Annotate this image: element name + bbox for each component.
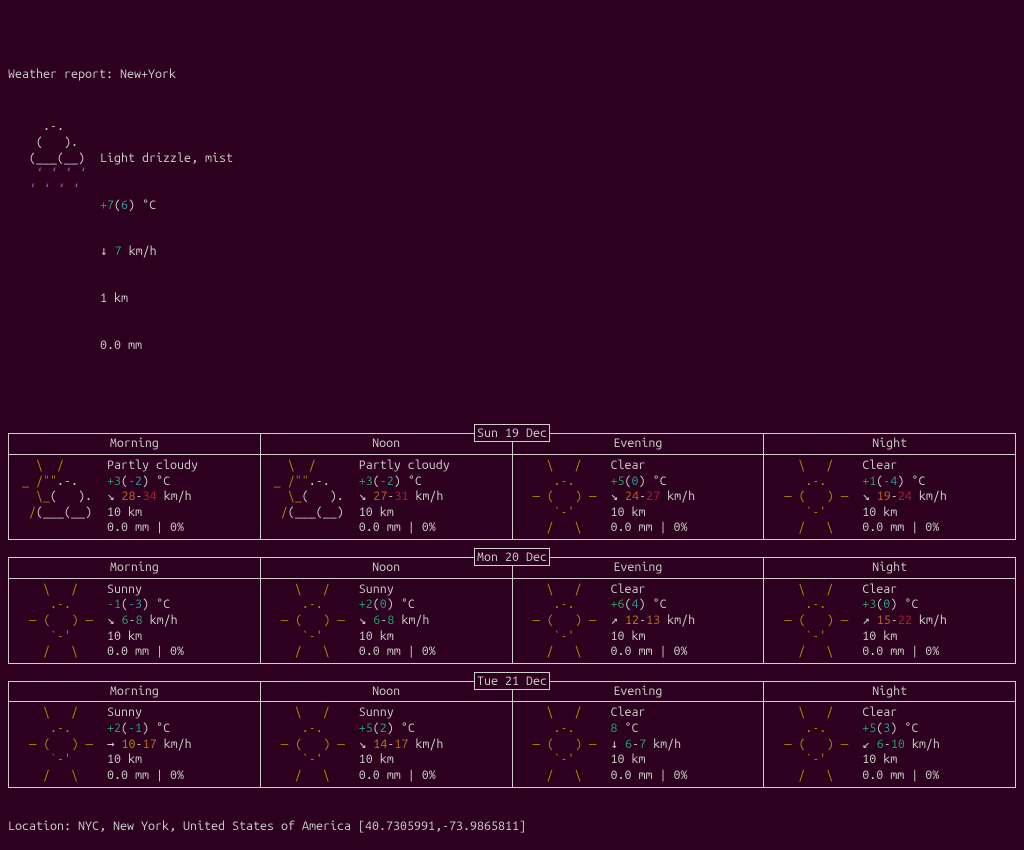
forecast-precip: 0.0 mm | 0%	[107, 644, 254, 660]
forecast-wind: ↗ 15-22 km/h	[862, 613, 1009, 629]
current-precip: 0.0 mm	[100, 338, 233, 354]
forecast-wind: ↘ 19-24 km/h	[862, 489, 1009, 505]
forecast-ascii-art: \ / .-. ‒ ( ) ‒ `-' / \	[770, 582, 862, 660]
current-visibility: 1 km	[100, 291, 233, 307]
forecast-visibility: 10 km	[107, 752, 254, 768]
forecast-wind: ↘ 28-34 km/h	[107, 489, 254, 505]
forecast-temp: +6(4) °C	[611, 597, 758, 613]
forecast-ascii-art: \ / .-. ‒ ( ) ‒ `-' / \	[519, 705, 611, 783]
forecast-cell: \ / .-. ‒ ( ) ‒ `-' / \ Clear+3(0) °C↗ 1…	[764, 578, 1016, 663]
current-ascii-art: .-. ( ). (___(__) ʻ ʻ ʻ ʻ ʻ ʻ ʻ ʻ	[8, 119, 100, 385]
forecast-condition: Partly cloudy	[359, 458, 506, 474]
forecast-table: MorningNoonEveningNight \ / .-. ‒ ( ) ‒ …	[8, 557, 1016, 664]
forecast-condition: Clear	[862, 458, 1009, 474]
forecast-condition: Clear	[611, 582, 758, 598]
forecast-precip: 0.0 mm | 0%	[359, 768, 506, 784]
forecast-precip: 0.0 mm | 0%	[611, 768, 758, 784]
forecast-wind: ↘ 6-8 km/h	[107, 613, 254, 629]
forecast-visibility: 10 km	[862, 752, 1009, 768]
forecast-visibility: 10 km	[359, 629, 506, 645]
forecast-condition: Clear	[611, 458, 758, 474]
forecast-condition: Partly cloudy	[107, 458, 254, 474]
current-condition: Light drizzle, mist	[100, 151, 233, 167]
forecast-table: MorningNoonEveningNight \ / _ /"".-. \_(…	[8, 433, 1016, 540]
forecast-precip: 0.0 mm | 0%	[611, 644, 758, 660]
forecast-temp: +1(-4) °C	[862, 474, 1009, 490]
forecast-cell: \ / .-. ‒ ( ) ‒ `-' / \ Clear+6(4) °C↗ 1…	[512, 578, 764, 663]
forecast-ascii-art: \ / _ /"".-. \_( ). /(___(__)	[15, 458, 107, 536]
current-wind: ↓ 7 km/h	[100, 244, 233, 260]
forecast-condition: Sunny	[359, 705, 506, 721]
forecast-cell: \ / .-. ‒ ( ) ‒ `-' / \ Sunny+2(-1) °C→ …	[9, 702, 261, 787]
forecast-ascii-art: \ / .-. ‒ ( ) ‒ `-' / \	[519, 458, 611, 536]
forecast-cell: \ / .-. ‒ ( ) ‒ `-' / \ Clear+1(-4) °C↘ …	[764, 454, 1016, 539]
forecast-precip: 0.0 mm | 0%	[862, 644, 1009, 660]
forecast-condition: Clear	[862, 705, 1009, 721]
forecast-cell: \ / .-. ‒ ( ) ‒ `-' / \ Clear8 °C↓ 6-7 k…	[512, 702, 764, 787]
forecast-visibility: 10 km	[611, 752, 758, 768]
forecast-precip: 0.0 mm | 0%	[611, 520, 758, 536]
forecast-temp: +3(-2) °C	[359, 474, 506, 490]
forecast-ascii-art: \ / .-. ‒ ( ) ‒ `-' / \	[770, 458, 862, 536]
forecast-temp: +3(-2) °C	[107, 474, 254, 490]
forecast-temp: +5(0) °C	[611, 474, 758, 490]
forecast-cell: \ / .-. ‒ ( ) ‒ `-' / \ Clear+5(3) °C↙ 6…	[764, 702, 1016, 787]
forecast-temp: +2(-1) °C	[107, 721, 254, 737]
forecast-wind: ↘ 14-17 km/h	[359, 737, 506, 753]
forecast-visibility: 10 km	[611, 629, 758, 645]
forecast-precip: 0.0 mm | 0%	[359, 644, 506, 660]
forecast-ascii-art: \ / _ /"".-. \_( ). /(___(__)	[267, 458, 359, 536]
location-line: Location: NYC, New York, United States o…	[8, 819, 1016, 835]
forecast-precip: 0.0 mm | 0%	[862, 768, 1009, 784]
day-header: Mon 20 Dec	[474, 548, 550, 566]
forecast-temp: +3(0) °C	[862, 597, 1009, 613]
forecast-visibility: 10 km	[862, 505, 1009, 521]
forecast-precip: 0.0 mm | 0%	[862, 520, 1009, 536]
forecast-condition: Sunny	[107, 705, 254, 721]
forecast-visibility: 10 km	[359, 505, 506, 521]
forecast-ascii-art: \ / .-. ‒ ( ) ‒ `-' / \	[519, 582, 611, 660]
current-temp: +7(6) °C	[100, 198, 233, 214]
forecast-condition: Clear	[862, 582, 1009, 598]
forecast-precip: 0.0 mm | 0%	[359, 520, 506, 536]
forecast-table: MorningNoonEveningNight \ / .-. ‒ ( ) ‒ …	[8, 681, 1016, 788]
forecast-cell: \ / .-. ‒ ( ) ‒ `-' / \ Clear+5(0) °C↘ 2…	[512, 454, 764, 539]
forecast-cell: \ / .-. ‒ ( ) ‒ `-' / \ Sunny+2(0) °C↘ 6…	[260, 578, 512, 663]
forecast-ascii-art: \ / .-. ‒ ( ) ‒ `-' / \	[267, 582, 359, 660]
forecast-wind: ↓ 6-7 km/h	[611, 737, 758, 753]
forecast-ascii-art: \ / .-. ‒ ( ) ‒ `-' / \	[15, 705, 107, 783]
forecast-condition: Sunny	[107, 582, 254, 598]
forecast-wind: ↘ 24-27 km/h	[611, 489, 758, 505]
terminal-output: { "title": "Weather report: New+York", "…	[0, 0, 1024, 623]
forecast-temp: +2(0) °C	[359, 597, 506, 613]
forecast-cell: \ / _ /"".-. \_( ). /(___(__) Partly clo…	[260, 454, 512, 539]
forecast-cell: \ / .-. ‒ ( ) ‒ `-' / \ Sunny+5(2) °C↘ 1…	[260, 702, 512, 787]
forecast-wind: ↘ 27-31 km/h	[359, 489, 506, 505]
forecast-visibility: 10 km	[359, 752, 506, 768]
forecast-temp: -1(-3) °C	[107, 597, 254, 613]
forecast-precip: 0.0 mm | 0%	[107, 768, 254, 784]
forecast-ascii-art: \ / .-. ‒ ( ) ‒ `-' / \	[770, 705, 862, 783]
forecast-temp: 8 °C	[611, 721, 758, 737]
forecast-visibility: 10 km	[107, 505, 254, 521]
day-header: Sun 19 Dec	[474, 424, 550, 442]
forecast-temp: +5(2) °C	[359, 721, 506, 737]
forecast-visibility: 10 km	[611, 505, 758, 521]
forecast-temp: +5(3) °C	[862, 721, 1009, 737]
forecast-ascii-art: \ / .-. ‒ ( ) ‒ `-' / \	[15, 582, 107, 660]
forecast-wind: → 10-17 km/h	[107, 737, 254, 753]
forecast-ascii-art: \ / .-. ‒ ( ) ‒ `-' / \	[267, 705, 359, 783]
forecast-visibility: 10 km	[862, 629, 1009, 645]
day-header: Tue 21 Dec	[474, 672, 550, 690]
forecast-cell: \ / _ /"".-. \_( ). /(___(__) Partly clo…	[9, 454, 261, 539]
forecast-wind: ↘ 6-8 km/h	[359, 613, 506, 629]
forecast-condition: Sunny	[359, 582, 506, 598]
forecast-cell: \ / .-. ‒ ( ) ‒ `-' / \ Sunny-1(-3) °C↘ …	[9, 578, 261, 663]
report-title: Weather report: New+York	[8, 67, 1016, 83]
forecast-visibility: 10 km	[107, 629, 254, 645]
forecast-wind: ↗ 12-13 km/h	[611, 613, 758, 629]
forecast-condition: Clear	[611, 705, 758, 721]
forecast-precip: 0.0 mm | 0%	[107, 520, 254, 536]
forecast-wind: ↙ 6-10 km/h	[862, 737, 1009, 753]
